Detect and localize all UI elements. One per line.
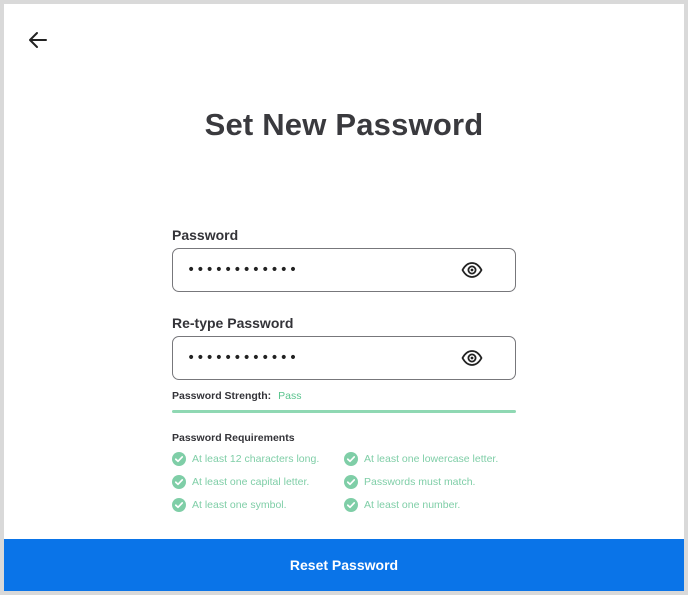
requirement-text: At least one number. [364, 499, 461, 511]
dialog-frame: Set New Password Password Re-type Passwo… [4, 4, 684, 591]
back-button[interactable] [24, 26, 52, 54]
page-title: Set New Password [204, 107, 484, 142]
requirement-item: At least one number. [344, 497, 516, 513]
requirement-item: At least 12 characters long. [172, 451, 344, 467]
check-circle-icon [344, 452, 358, 466]
check-circle-icon [344, 475, 358, 489]
retype-password-input[interactable] [187, 337, 447, 379]
strength-bar [172, 410, 516, 413]
requirement-item: Passwords must match. [344, 474, 516, 490]
arrow-left-icon [29, 32, 47, 48]
strength-label: Password Strength: [172, 390, 272, 402]
requirement-text: At least one symbol. [192, 499, 287, 511]
check-circle-icon [172, 452, 186, 466]
password-label: Password [172, 227, 239, 243]
requirement-item: At least one lowercase letter. [344, 451, 516, 467]
requirement-text: At least 12 characters long. [192, 453, 320, 465]
check-circle-icon [172, 498, 186, 512]
retype-password-label: Re-type Password [172, 315, 294, 331]
password-form: Password Re-type Password Password Stren… [172, 226, 516, 513]
strength-value: Pass [278, 390, 302, 402]
requirement-text: Passwords must match. [364, 476, 476, 488]
reset-password-button[interactable]: Reset Password [4, 539, 684, 591]
requirement-item: At least one capital letter. [172, 474, 344, 490]
requirements-title: Password Requirements [172, 432, 295, 444]
requirement-item: At least one symbol. [172, 497, 344, 513]
check-circle-icon [344, 498, 358, 512]
eye-icon[interactable] [461, 349, 483, 367]
password-strength: Password Strength: Pass [172, 388, 516, 404]
requirement-text: At least one capital letter. [192, 476, 310, 488]
requirement-text: At least one lowercase letter. [364, 453, 499, 465]
password-field-box [172, 248, 516, 292]
check-circle-icon [172, 475, 186, 489]
password-input[interactable] [187, 249, 447, 291]
retype-field-box [172, 336, 516, 380]
eye-icon[interactable] [461, 261, 483, 279]
requirements-list: At least 12 characters long. At least on… [172, 451, 516, 513]
